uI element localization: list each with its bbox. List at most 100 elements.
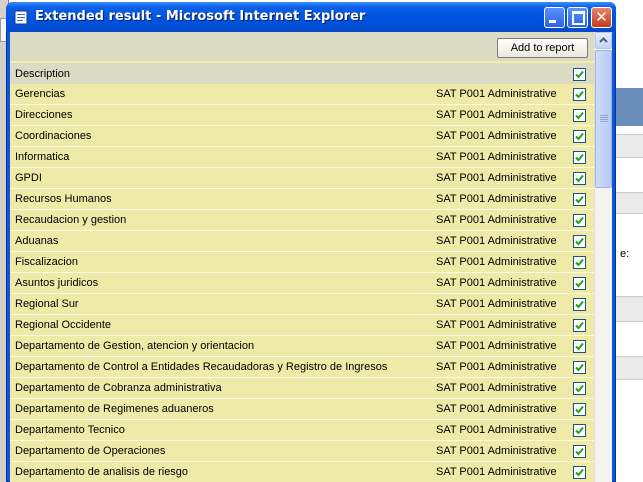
minimize-icon [549, 20, 556, 23]
minimize-button[interactable] [544, 7, 565, 28]
window-title: Extended result - Microsoft Internet Exp… [35, 9, 366, 24]
row-description: Departamento Tecnico [15, 424, 125, 436]
close-icon: ✕ [595, 8, 608, 26]
checkbox-checked-icon [575, 447, 584, 456]
table-row[interactable]: Direcciones SAT P001 Administrative [10, 105, 594, 126]
table-row[interactable]: Fiscalizacion SAT P001 Administrative [10, 252, 594, 273]
row-checkbox[interactable] [573, 256, 586, 269]
checkbox-checked-icon [575, 174, 584, 183]
row-checkbox[interactable] [573, 403, 586, 416]
scrollbar-thumb[interactable] [595, 50, 612, 188]
row-code: SAT P001 Administrative [436, 172, 557, 184]
row-description: Departamento de Regimenes aduaneros [15, 403, 214, 415]
thumb-grip [600, 119, 608, 120]
row-description: Direcciones [15, 109, 73, 121]
close-button[interactable]: ✕ [591, 7, 612, 28]
background-header-band [616, 88, 643, 126]
scroll-up-button[interactable] [595, 32, 612, 49]
table-row[interactable]: Regional Sur SAT P001 Administrative [10, 294, 594, 315]
row-code: SAT P001 Administrative [436, 298, 557, 310]
row-description: Regional Occidente [15, 319, 112, 331]
row-checkbox[interactable] [573, 382, 586, 395]
background-text-snippet: e: [620, 248, 630, 260]
row-checkbox[interactable] [573, 151, 586, 164]
row-checkbox[interactable] [573, 319, 586, 332]
checkbox-checked-icon [575, 195, 584, 204]
checkbox-checked-icon [575, 111, 584, 120]
table-row[interactable]: GPDI SAT P001 Administrative [10, 168, 594, 189]
result-content: Add to report Description Gerencias SAT P… [10, 32, 612, 482]
thumb-grip [600, 117, 608, 118]
checkbox-checked-icon [575, 384, 584, 393]
row-checkbox[interactable] [573, 214, 586, 227]
extended-result-window: Extended result - Microsoft Internet Exp… [6, 2, 616, 482]
row-code: SAT P001 Administrative [436, 340, 557, 352]
table-row[interactable]: Aduanas SAT P001 Administrative [10, 231, 594, 252]
scroll-up-arrow-icon [599, 37, 608, 43]
row-description: Informatica [15, 151, 70, 163]
background-page-edge: e: [616, 0, 643, 482]
add-to-report-button[interactable]: Add to report [497, 38, 588, 58]
title-bar[interactable]: Extended result - Microsoft Internet Exp… [6, 2, 616, 32]
row-checkbox[interactable] [573, 340, 586, 353]
table-row[interactable]: Informatica SAT P001 Administrative [10, 147, 594, 168]
row-description: Departamento de analisis de riesgo [15, 466, 189, 478]
checkbox-checked-icon [575, 132, 584, 141]
row-code: SAT P001 Administrative [436, 235, 557, 247]
row-code: SAT P001 Administrative [436, 214, 557, 226]
row-code: SAT P001 Administrative [436, 424, 557, 436]
table-row[interactable]: Departamento de Gestion, atencion y orie… [10, 336, 594, 357]
row-code: SAT P001 Administrative [436, 361, 557, 373]
row-description: GPDI [15, 172, 42, 184]
row-checkbox[interactable] [573, 193, 586, 206]
row-checkbox[interactable] [573, 466, 586, 479]
row-checkbox[interactable] [573, 130, 586, 143]
table-row[interactable]: Departamento Tecnico SAT P001 Administrat… [10, 420, 594, 441]
table-row[interactable]: Departamento de Operaciones SAT P001 Admi… [10, 441, 594, 462]
row-description: Coordinaciones [15, 130, 92, 142]
checkbox-checked-icon [575, 426, 584, 435]
table-row[interactable]: Gerencias SAT P001 Administrative [10, 84, 594, 105]
row-description: Recursos Humanos [15, 193, 112, 205]
header-description-label: Description [15, 68, 71, 80]
toolbar: Add to report [10, 32, 594, 61]
row-code: SAT P001 Administrative [436, 403, 557, 415]
row-code: SAT P001 Administrative [436, 382, 557, 394]
table-row[interactable]: Asuntos juridicos SAT P001 Administrative [10, 273, 594, 294]
row-checkbox[interactable] [573, 424, 586, 437]
row-checkbox[interactable] [573, 361, 586, 374]
thumb-grip [600, 121, 608, 122]
table-row[interactable]: Departamento de Control a Entidades Reca… [10, 357, 594, 378]
row-description: Regional Sur [15, 298, 79, 310]
row-checkbox[interactable] [573, 235, 586, 248]
maximize-button[interactable] [567, 7, 588, 28]
row-code: SAT P001 Administrative [436, 193, 557, 205]
table-row[interactable]: Recaudacion y gestion SAT P001 Administra… [10, 210, 594, 231]
row-code: SAT P001 Administrative [436, 130, 557, 142]
table-row[interactable]: Departamento de Regimenes aduaneros SAT P… [10, 399, 594, 420]
checkbox-checked-icon [575, 342, 584, 351]
table-row[interactable]: Recursos Humanos SAT P001 Administrative [10, 189, 594, 210]
row-code: SAT P001 Administrative [436, 277, 557, 289]
table-row[interactable]: Coordinaciones SAT P001 Administrative [10, 126, 594, 147]
row-checkbox[interactable] [573, 277, 586, 290]
vertical-scrollbar[interactable] [594, 32, 612, 482]
row-checkbox[interactable] [573, 298, 586, 311]
row-checkbox[interactable] [573, 172, 586, 185]
row-description: Recaudacion y gestion [15, 214, 127, 226]
row-description: Fiscalizacion [15, 256, 78, 268]
table-row[interactable]: Departamento de analisis de riesgo SAT P0… [10, 462, 594, 482]
table-row[interactable]: Departamento de Cobranza administrativa S… [10, 378, 594, 399]
background-row-band [616, 296, 643, 322]
checkbox-checked-icon [575, 468, 584, 477]
select-all-checkbox[interactable] [573, 68, 586, 81]
row-description: Departamento de Operaciones [15, 445, 166, 457]
row-description: Departamento de Cobranza administrativa [15, 382, 222, 394]
row-checkbox[interactable] [573, 88, 586, 101]
thumb-grip [600, 115, 608, 116]
row-checkbox[interactable] [573, 109, 586, 122]
checkbox-checked-icon [575, 300, 584, 309]
row-checkbox[interactable] [573, 445, 586, 458]
table-row[interactable]: Regional Occidente SAT P001 Administrativ… [10, 315, 594, 336]
checkbox-checked-icon [575, 70, 584, 79]
